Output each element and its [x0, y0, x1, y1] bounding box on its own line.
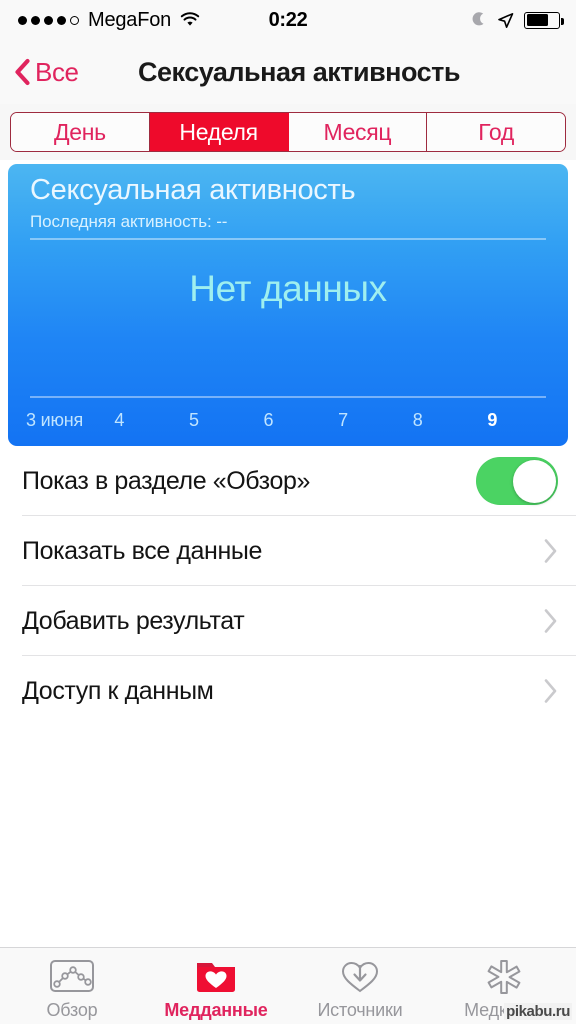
line-chart-card-icon	[49, 956, 95, 996]
settings-list: Показ в разделе «Обзор» Показать все дан…	[0, 446, 576, 726]
row-label: Показ в разделе «Обзор»	[22, 466, 310, 495]
battery-fill	[526, 14, 548, 26]
empty-space	[0, 716, 576, 947]
chevron-right-icon	[543, 608, 558, 634]
segment-year[interactable]: Год	[427, 113, 565, 151]
chevron-right-icon	[543, 538, 558, 564]
chart-x-axis: 3 июня 4 5 6 7 8 9	[8, 404, 568, 444]
back-button-label: Все	[35, 56, 79, 87]
row-label: Показать все данные	[22, 536, 262, 565]
axis-tick: 3 июня	[26, 410, 84, 430]
tab-sources[interactable]: Источники	[288, 948, 432, 1024]
heart-download-icon	[339, 956, 381, 996]
chart-card-subtitle: Последняя активность: --	[30, 212, 228, 231]
medical-asterisk-icon	[483, 956, 525, 996]
row-add-result[interactable]: Добавить результат	[0, 586, 576, 656]
moon-icon	[472, 12, 487, 28]
toggle-knob	[512, 459, 556, 503]
tab-dashboard[interactable]: Обзор	[0, 948, 144, 1024]
location-arrow-icon	[497, 12, 514, 29]
tab-label: Источники	[317, 999, 403, 1020]
axis-tick: 6	[263, 410, 274, 430]
row-label: Добавить результат	[22, 606, 245, 635]
chart-axis-divider	[30, 396, 546, 398]
axis-tick: 8	[412, 410, 423, 430]
row-show-all-data[interactable]: Показать все данные	[0, 516, 576, 586]
chart-header-divider	[30, 238, 546, 240]
phone-screen: MegaFon 0:22 Сексуальная активность Все …	[0, 0, 576, 1024]
axis-tick: 4	[114, 410, 125, 430]
navigation-bar: Сексуальная активность Все	[0, 40, 576, 104]
chevron-left-icon	[14, 58, 31, 86]
battery-icon	[524, 11, 564, 29]
row-show-in-dashboard[interactable]: Показ в разделе «Обзор»	[0, 446, 576, 516]
chart-card-title: Сексуальная активность	[30, 174, 356, 206]
site-watermark: pikabu.ru	[504, 1003, 572, 1020]
segment-month[interactable]: Месяц	[288, 113, 428, 151]
segment-day[interactable]: День	[11, 113, 150, 151]
axis-tick: 5	[188, 410, 199, 430]
axis-tick: 7	[338, 410, 348, 430]
folder-heart-icon	[195, 956, 237, 996]
chevron-right-icon	[543, 678, 558, 704]
period-segmented-control[interactable]: День Неделя Месяц Год	[10, 112, 566, 152]
status-bar: MegaFon 0:22	[0, 0, 576, 40]
tab-label: Медданные	[164, 999, 268, 1020]
row-label: Доступ к данным	[22, 676, 214, 705]
axis-tick-today: 9	[487, 410, 498, 430]
tab-bar: Обзор Медданные Источники pikabu.ru	[0, 947, 576, 1024]
tab-health-data[interactable]: Медданные	[144, 948, 288, 1024]
page-title: Сексуальная активность	[138, 56, 460, 87]
chart-empty-state-label: Нет данных	[189, 268, 387, 309]
chart-card[interactable]: Сексуальная активность Последняя активно…	[8, 164, 568, 446]
status-bar-right	[472, 0, 564, 40]
period-segmented-control-container: День Неделя Месяц Год	[0, 104, 576, 160]
back-button[interactable]: Все	[14, 57, 79, 88]
segment-week[interactable]: Неделя	[149, 113, 289, 151]
tab-label: Обзор	[46, 999, 98, 1020]
show-in-dashboard-toggle[interactable]	[476, 457, 558, 505]
